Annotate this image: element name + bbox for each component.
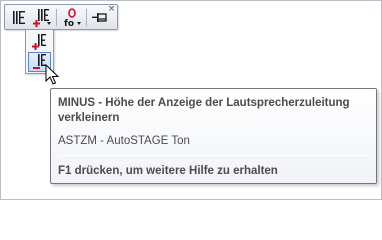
fo-o-button[interactable]: fo — [61, 7, 83, 28]
screen-canvas: × fo MINUS - Höhe der Anzeige der Lautsp… — [0, 0, 382, 200]
pin-icon — [92, 13, 107, 22]
lautsprecher-plus-button[interactable] — [31, 7, 53, 28]
tooltip-help-text: F1 drücken, um weitere Hilfe zu erhalten — [58, 165, 278, 177]
tooltip-description: ASTZM - AutoSTAGE Ton — [58, 135, 190, 147]
mouse-cursor-icon — [45, 64, 59, 85]
pin-button[interactable] — [90, 7, 112, 28]
plus-icon — [32, 34, 46, 50]
svg-text:fo: fo — [64, 19, 74, 28]
plus-button[interactable] — [28, 32, 51, 52]
toolbar-separator — [86, 9, 87, 26]
lautsprecher-plus-icon — [33, 9, 51, 27]
tooltip-title: MINUS - Höhe der Anzeige der Lautspreche… — [58, 97, 350, 124]
tooltip: MINUS - Höhe der Anzeige der Lautspreche… — [50, 88, 377, 184]
tooltip-divider — [57, 155, 371, 156]
autostage-ton-toolbar: × fo — [4, 4, 118, 30]
toolbar-separator — [56, 9, 57, 26]
fo-o-icon: fo — [64, 8, 81, 28]
lautsprecher-icon — [13, 11, 25, 24]
lautsprecher-button[interactable] — [8, 7, 30, 28]
